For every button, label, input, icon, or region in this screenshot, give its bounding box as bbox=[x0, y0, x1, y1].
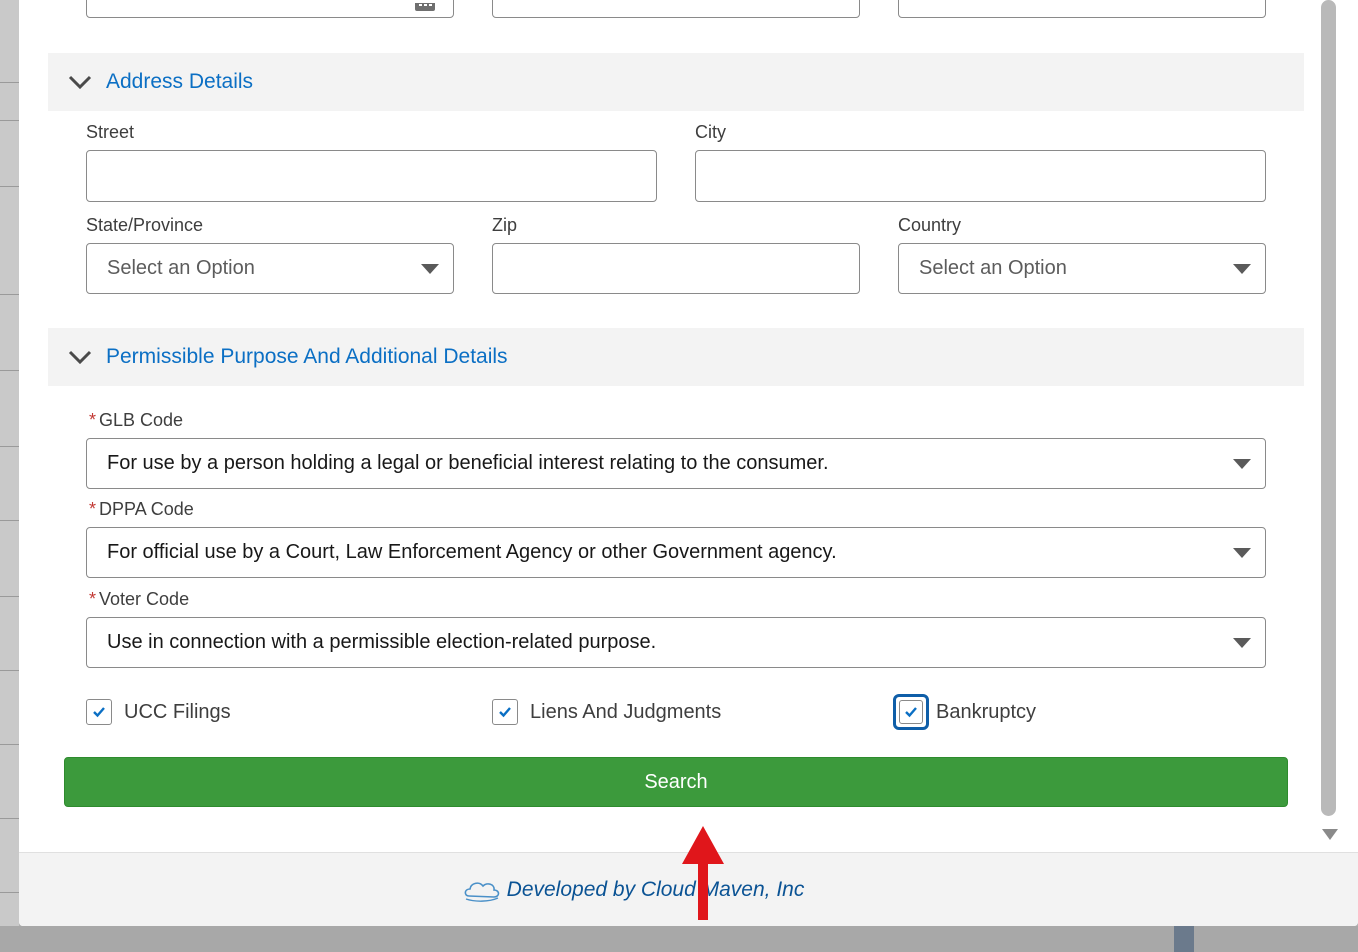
checkmark-icon bbox=[93, 707, 105, 718]
cloud-logo-icon bbox=[464, 881, 499, 902]
glb-code-label: * GLB Code bbox=[89, 410, 183, 431]
glb-code-label-text: GLB Code bbox=[99, 410, 184, 430]
checkmark-icon bbox=[499, 707, 511, 718]
text-input-top-middle[interactable] bbox=[492, 0, 860, 18]
state-label: State/Province bbox=[86, 215, 204, 235]
modal-content: Address Details Street City State/Provin… bbox=[19, 0, 1339, 852]
text-input-top-right[interactable] bbox=[898, 0, 1266, 18]
state-placeholder: Select an Option bbox=[107, 257, 255, 279]
dppa-code-label-text: DPPA Code bbox=[99, 499, 194, 519]
liens-judgments-option[interactable]: Liens And Judgments bbox=[492, 698, 721, 726]
calendar-icon[interactable] bbox=[415, 3, 435, 11]
dropdown-caret-icon bbox=[421, 263, 439, 274]
liens-judgments-checkbox[interactable] bbox=[492, 699, 518, 725]
background-page-edge bbox=[0, 0, 19, 952]
dropdown-caret-icon bbox=[1233, 458, 1251, 469]
purpose-section-title: Permissible Purpose And Additional Detai… bbox=[106, 345, 508, 368]
voter-code-label-text: Voter Code bbox=[99, 589, 190, 609]
address-section-title: Address Details bbox=[106, 70, 254, 93]
scrollbar[interactable] bbox=[1320, 0, 1339, 852]
bankruptcy-option[interactable]: Bankruptcy bbox=[893, 694, 1036, 730]
footer-credit: Developed by Cloud Maven, Inc bbox=[463, 877, 805, 903]
country-label: Country bbox=[898, 215, 962, 235]
city-input[interactable] bbox=[695, 150, 1266, 202]
search-button[interactable]: Search bbox=[64, 757, 1288, 807]
chevron-down-icon[interactable] bbox=[68, 70, 92, 94]
purpose-section-header[interactable]: Permissible Purpose And Additional Detai… bbox=[48, 328, 1304, 386]
bankruptcy-label[interactable]: Bankruptcy bbox=[936, 701, 1036, 724]
ucc-filings-label[interactable]: UCC Filings bbox=[124, 701, 231, 724]
address-section-header[interactable]: Address Details bbox=[48, 53, 1304, 111]
annotation-arrow-icon bbox=[682, 826, 724, 920]
checkmark-icon bbox=[905, 707, 917, 718]
ucc-filings-checkbox[interactable] bbox=[86, 699, 112, 725]
dropdown-caret-icon bbox=[1233, 547, 1251, 558]
bankruptcy-checkbox[interactable] bbox=[893, 694, 929, 730]
required-asterisk: * bbox=[89, 499, 97, 519]
voter-code-select[interactable]: Use in connection with a permissible ele… bbox=[86, 617, 1266, 668]
dppa-code-label: * DPPA Code bbox=[89, 499, 194, 520]
country-select[interactable]: Select an Option bbox=[898, 243, 1266, 294]
scrollbar-thumb[interactable] bbox=[1321, 0, 1336, 816]
ucc-filings-option[interactable]: UCC Filings bbox=[86, 698, 231, 726]
liens-judgments-label[interactable]: Liens And Judgments bbox=[530, 701, 721, 724]
glb-code-select[interactable]: For use by a person holding a legal or b… bbox=[86, 438, 1266, 489]
dppa-code-value: For official use by a Court, Law Enforce… bbox=[107, 541, 837, 563]
background-page-bottom bbox=[0, 926, 1358, 952]
chevron-down-icon[interactable] bbox=[68, 345, 92, 369]
zip-label: Zip bbox=[492, 215, 518, 235]
voter-code-label: * Voter Code bbox=[89, 589, 189, 610]
zip-input[interactable] bbox=[492, 243, 860, 294]
street-input[interactable] bbox=[86, 150, 657, 202]
required-asterisk: * bbox=[89, 410, 97, 430]
search-modal: Address Details Street City State/Provin… bbox=[19, 0, 1358, 926]
dropdown-caret-icon bbox=[1233, 637, 1251, 648]
voter-code-value: Use in connection with a permissible ele… bbox=[107, 631, 657, 653]
background-tab bbox=[1174, 926, 1194, 952]
state-select[interactable]: Select an Option bbox=[86, 243, 454, 294]
scroll-down-arrow-icon[interactable] bbox=[1322, 829, 1338, 840]
required-asterisk: * bbox=[89, 589, 97, 609]
dropdown-caret-icon bbox=[1233, 263, 1251, 274]
street-label: Street bbox=[86, 122, 135, 142]
city-label: City bbox=[695, 122, 726, 142]
dppa-code-select[interactable]: For official use by a Court, Law Enforce… bbox=[86, 527, 1266, 578]
bankruptcy-checkbox-box bbox=[899, 700, 923, 724]
footer-text: Developed by Cloud Maven, Inc bbox=[506, 877, 805, 901]
glb-code-value: For use by a person holding a legal or b… bbox=[107, 452, 829, 474]
country-placeholder: Select an Option bbox=[919, 257, 1067, 279]
date-input[interactable] bbox=[86, 0, 454, 18]
